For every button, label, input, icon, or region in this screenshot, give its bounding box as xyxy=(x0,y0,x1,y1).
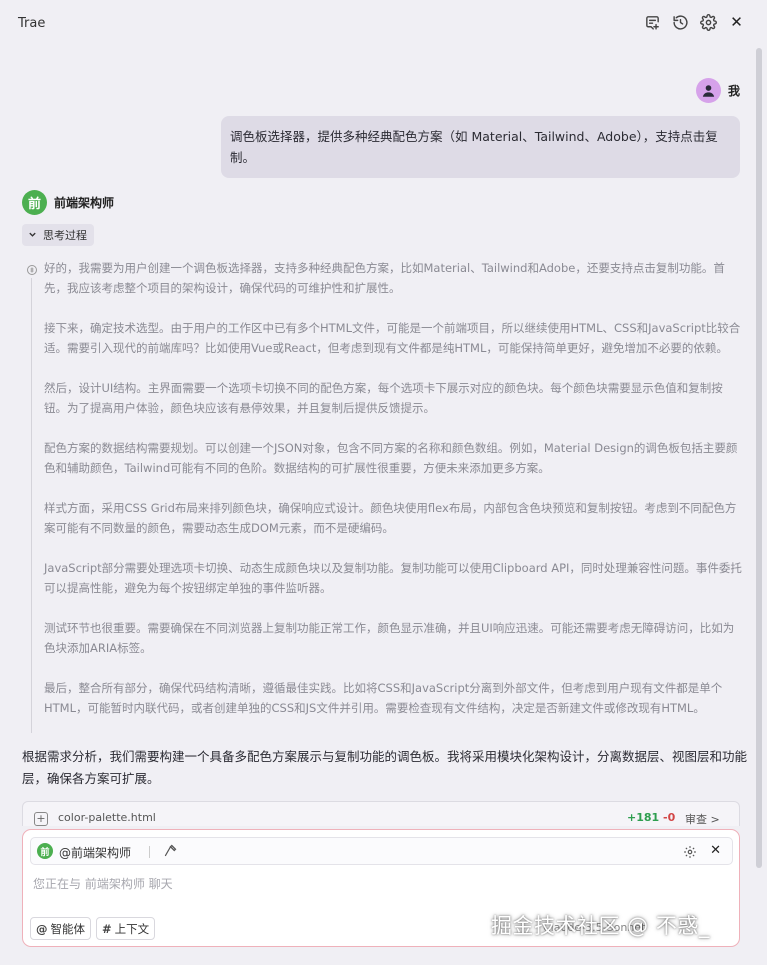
chat-input[interactable] xyxy=(33,873,723,895)
agent-close-icon[interactable]: ✕ xyxy=(710,843,721,858)
assistant-avatar-icon: 前 xyxy=(22,190,47,215)
user-avatar-icon xyxy=(695,78,721,103)
title-bar: Trae ✕ xyxy=(0,0,767,46)
agent-avatar-icon: 前 xyxy=(37,843,53,859)
thinking-paragraph: 样式方面，采用CSS Grid布局来排列颜色块，确保响应式设计。颜色块使用fle… xyxy=(44,501,737,535)
thinking-content: 好的，我需要为用户创建一个调色板选择器，支持多种经典配色方案，比如Materia… xyxy=(44,258,744,738)
hash-icon: # xyxy=(102,921,112,936)
file-additions: +181 xyxy=(627,811,660,824)
thinking-toggle-button[interactable]: 思考过程 xyxy=(22,224,94,246)
thinking-divider-line xyxy=(31,278,32,733)
agent-chip-button[interactable]: @ 智能体 xyxy=(30,917,91,940)
thinking-paragraph: 最后，整合所有部分，确保代码结构清晰，遵循最佳实践。比如将CSS和JavaScr… xyxy=(44,681,723,715)
thinking-paragraph: 然后，设计UI结构。主界面需要一个选项卡切换不同的配色方案，每个选项卡下展示对应… xyxy=(44,381,723,415)
assistant-summary: 根据需求分析，我们需要构建一个具备多配色方案展示与复制功能的调色板。我将采用模块… xyxy=(22,749,748,786)
file-name: color-palette.html xyxy=(58,811,156,824)
app-title: Trae xyxy=(18,15,46,31)
context-chip-button[interactable]: # 上下文 xyxy=(96,917,156,940)
user-message-bubble: 调色板选择器，提供多种经典配色方案（如 Material、Tailwind、Ad… xyxy=(221,116,740,178)
chat-scrollbar[interactable] xyxy=(756,46,762,868)
user-header: 我 xyxy=(695,78,740,103)
agent-label[interactable]: @前端架构师 xyxy=(59,844,131,861)
hammer-icon[interactable] xyxy=(163,843,179,859)
history-icon[interactable] xyxy=(672,14,689,31)
context-chip-label: 上下文 xyxy=(114,921,150,936)
chevron-down-icon xyxy=(28,229,37,242)
close-icon[interactable]: ✕ xyxy=(728,14,745,31)
user-name: 我 xyxy=(727,84,740,98)
agent-bar: 前 @前端架构师 ✕ xyxy=(30,837,733,865)
at-icon: @ xyxy=(36,921,48,936)
review-button[interactable]: 审查 > xyxy=(685,811,720,826)
agent-settings-icon[interactable] xyxy=(683,844,698,859)
file-deletions: -0 xyxy=(663,811,676,824)
thinking-paragraph: JavaScript部分需要处理选项卡切换、动态生成颜色块以及复制功能。复制功能… xyxy=(44,561,742,595)
thinking-paragraph: 配色方案的数据结构需要规划。可以创建一个JSON对象，包含不同方案的名称和颜色数… xyxy=(44,441,738,475)
thinking-paragraph: 好的，我需要为用户创建一个调色板选择器，支持多种经典配色方案，比如Materia… xyxy=(44,261,725,295)
file-change-card[interactable]: + color-palette.html +181 -0 审查 > xyxy=(22,801,740,826)
agent-chip-label: 智能体 xyxy=(50,921,86,936)
assistant-name: 前端架构师 xyxy=(54,196,115,210)
thinking-toggle-label: 思考过程 xyxy=(43,229,87,242)
thinking-paragraph: 测试环节也很重要。需要确保在不同浏览器上复制功能正常工作，颜色显示准确，并且UI… xyxy=(44,621,735,655)
thinking-bulb-icon xyxy=(26,261,38,275)
title-actions: ✕ xyxy=(644,14,745,31)
agent-divider xyxy=(149,846,150,858)
watermark: 掘金技术社区 @ 不惑_ xyxy=(491,914,710,938)
settings-gear-icon[interactable] xyxy=(700,14,717,31)
thinking-paragraph: 接下来，确定技术选型。由于用户的工作区中已有多个HTML文件，可能是一个前端项目… xyxy=(44,321,741,355)
file-plus-icon: + xyxy=(34,812,48,826)
new-chat-icon[interactable] xyxy=(644,14,661,31)
chat-scroll-area[interactable]: 我 调色板选择器，提供多种经典配色方案（如 Material、Tailwind、… xyxy=(0,46,767,826)
assistant-header: 前 前端架构师 xyxy=(22,190,114,215)
scrollbar-thumb[interactable] xyxy=(756,48,762,868)
